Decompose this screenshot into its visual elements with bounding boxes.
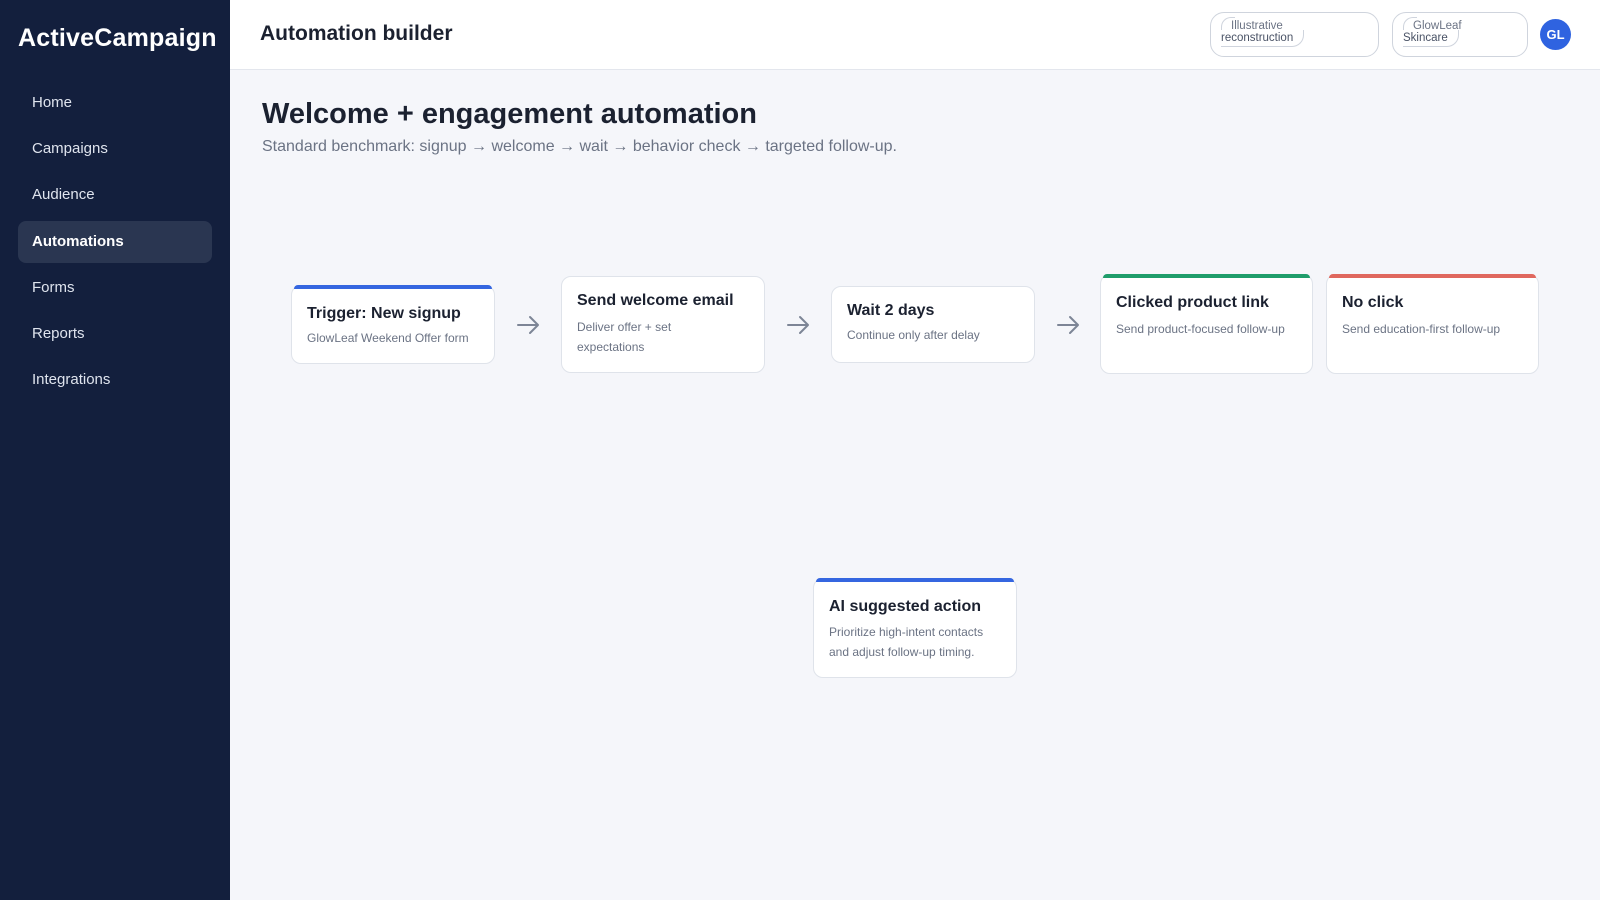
arrow-right-icon: [787, 316, 809, 334]
sidebar-item-integrations[interactable]: Integrations: [18, 359, 212, 401]
node-description: Send product-focused follow-up: [1116, 322, 1285, 336]
send-welcome-email-node[interactable]: Send welcome email Deliver offer + set e…: [561, 276, 765, 373]
node-accent-bar: [1329, 274, 1536, 278]
node-description: GlowLeaf Weekend Offer form: [307, 331, 469, 345]
badge-line-2: Skincare: [1403, 30, 1459, 47]
brand-logo[interactable]: ActiveCampaign: [18, 24, 217, 53]
node-description: Send education-first follow-up: [1342, 322, 1501, 336]
account-badge[interactable]: GlowLeaf Skincare: [1392, 12, 1528, 57]
sidebar-item-campaigns[interactable]: Campaigns: [18, 128, 212, 170]
page-header-title: Automation builder: [260, 22, 453, 45]
node-accent-bar: [1103, 274, 1310, 278]
sidebar: ActiveCampaign Home Campaigns Audience A…: [0, 0, 230, 900]
node-accent-bar: [294, 285, 492, 289]
arrow-right-icon: [517, 316, 539, 334]
sidebar-item-reports[interactable]: Reports: [18, 313, 212, 355]
node-title: Clicked product link: [1116, 294, 1269, 311]
reconstruction-badge: Illustrative reconstruction: [1210, 12, 1379, 57]
node-description: Deliver offer + set expectations: [577, 320, 672, 354]
sidebar-item-audience[interactable]: Audience: [18, 174, 212, 216]
node-title: AI suggested action: [829, 598, 982, 615]
sidebar-item-home[interactable]: Home: [18, 82, 212, 124]
node-title: No click: [1342, 294, 1404, 311]
sidebar-item-forms[interactable]: Forms: [18, 267, 212, 309]
node-title: Send welcome email: [577, 292, 734, 309]
node-title: Wait 2 days: [847, 302, 935, 319]
trigger-node[interactable]: Trigger: New signup GlowLeaf Weekend Off…: [291, 285, 495, 364]
node-description: Continue only after delay: [847, 328, 980, 342]
node-accent-bar: [816, 578, 1014, 582]
avatar[interactable]: GL: [1540, 19, 1571, 50]
page-subtitle: Standard benchmark: signup → welcome → w…: [262, 138, 897, 155]
page-title: Welcome + engagement automation: [262, 98, 757, 130]
sidebar-item-automations[interactable]: Automations: [18, 221, 212, 263]
arrow-right-icon: [1057, 316, 1079, 334]
node-title: Trigger: New signup: [307, 305, 461, 322]
wait-node[interactable]: Wait 2 days Continue only after delay: [831, 286, 1035, 363]
badge-line-2: reconstruction: [1221, 30, 1305, 47]
ai-suggested-action-card[interactable]: AI suggested action Prioritize high-inte…: [813, 578, 1017, 678]
no-click-branch[interactable]: No click Send education-first follow-up: [1326, 274, 1539, 374]
node-description: Prioritize high-intent contacts and adju…: [829, 625, 984, 659]
clicked-product-link-branch[interactable]: Clicked product link Send product-focuse…: [1100, 274, 1313, 374]
